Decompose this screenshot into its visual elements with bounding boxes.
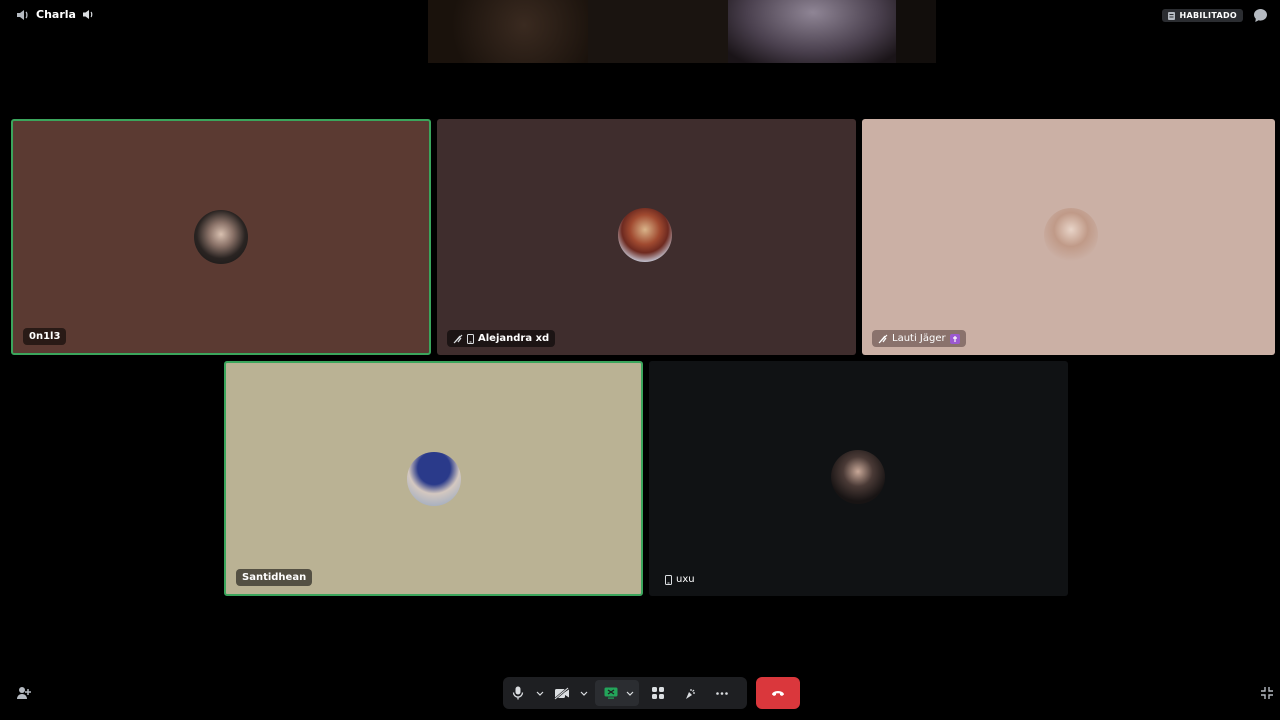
avatar [831, 450, 885, 504]
mute-button[interactable] [503, 677, 533, 709]
participant-tile[interactable]: Alejandra xd [437, 119, 856, 355]
more-icon [716, 691, 728, 695]
participant-name: uxu [676, 574, 695, 585]
participant-name-tag: Lauti Jäger [872, 330, 966, 347]
volume-icon[interactable] [82, 9, 94, 20]
soundboard-icon [684, 687, 697, 700]
status-badge-label: HABILITADO [1179, 11, 1237, 20]
participant-name: Alejandra xd [478, 333, 550, 344]
chat-bubble-icon[interactable] [1253, 8, 1268, 23]
audio-options-button[interactable] [533, 677, 547, 709]
chevron-down-icon [626, 691, 634, 696]
mobile-icon [665, 574, 672, 585]
mobile-icon [467, 333, 474, 344]
avatar [407, 452, 461, 506]
video-options-button[interactable] [577, 677, 591, 709]
chevron-down-icon [580, 691, 588, 696]
participant-tile[interactable]: 0n1l3 [11, 119, 431, 355]
participant-name-tag: uxu [659, 571, 701, 588]
activities-icon [652, 687, 664, 699]
more-button[interactable] [707, 677, 737, 709]
status-badge[interactable]: HABILITADO [1162, 9, 1243, 22]
screen-share-group [595, 680, 639, 706]
disconnect-button[interactable] [756, 677, 800, 709]
participant-name: Lauti Jäger [892, 333, 946, 344]
channel-name[interactable]: Charla [36, 8, 76, 21]
participant-tile[interactable]: uxu [649, 361, 1068, 596]
participant-name: Santidhean [242, 572, 307, 583]
participant-name-tag: Santidhean [236, 569, 313, 586]
camera-off-icon [878, 334, 888, 344]
participant-tile[interactable]: Lauti Jäger [862, 119, 1275, 355]
avatar [194, 210, 248, 264]
badge-icon [1168, 11, 1176, 20]
camera-button[interactable] [547, 677, 577, 709]
avatar [618, 208, 672, 262]
call-controls [503, 677, 747, 709]
camera-off-icon [453, 334, 463, 344]
chevron-down-icon [536, 691, 544, 696]
activities-button[interactable] [643, 677, 673, 709]
channel-header: Charla [16, 8, 94, 21]
phone-hangup-icon [771, 690, 785, 697]
boost-badge-icon [949, 333, 960, 344]
microphone-icon [512, 686, 524, 700]
share-options-button[interactable] [624, 680, 636, 706]
participant-name-tag: 0n1l3 [23, 328, 67, 345]
avatar [1044, 208, 1098, 262]
stream-preview[interactable] [428, 0, 936, 63]
screen-share-button[interactable] [598, 680, 624, 706]
invite-button[interactable] [16, 685, 32, 705]
participant-name: 0n1l3 [29, 331, 61, 342]
participant-name-tag: Alejandra xd [447, 330, 556, 347]
minimize-icon [1260, 686, 1274, 700]
soundboard-button[interactable] [673, 677, 707, 709]
camera-off-icon [554, 686, 570, 700]
minimize-button[interactable] [1260, 685, 1274, 704]
speaker-icon [16, 9, 30, 21]
screen-share-icon [604, 687, 618, 699]
participant-tile[interactable]: Santidhean [224, 361, 643, 596]
add-person-icon [16, 685, 32, 701]
